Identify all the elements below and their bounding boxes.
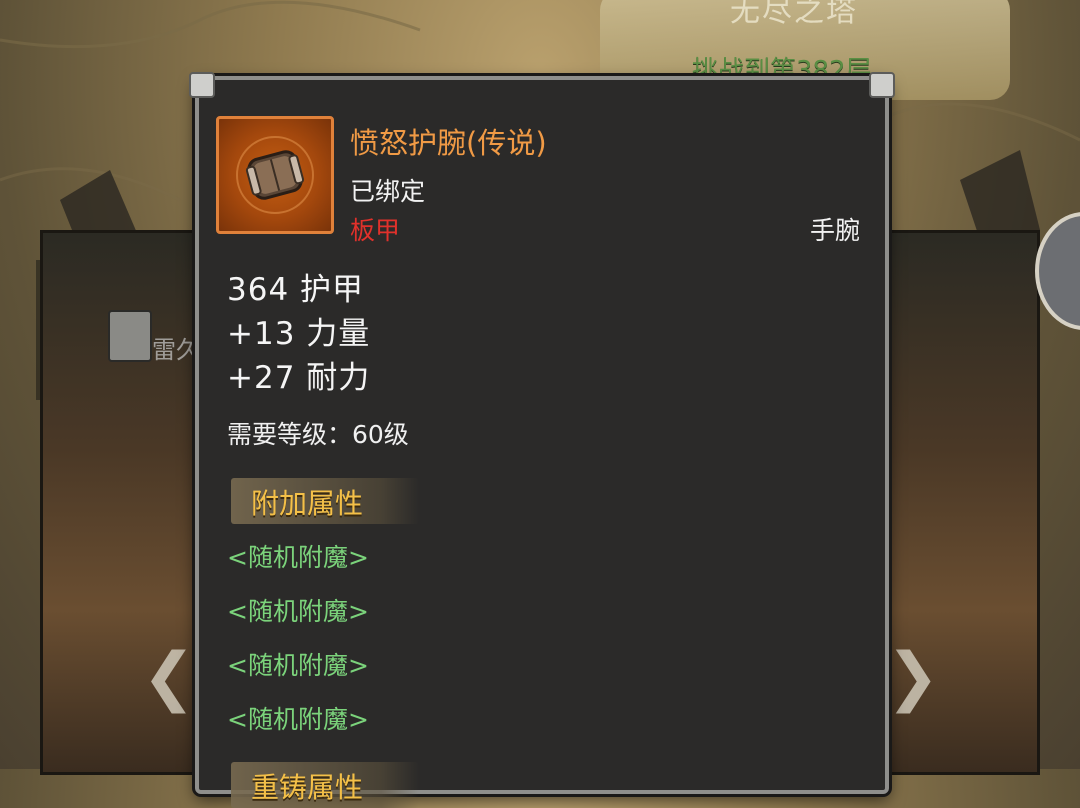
random-enchant: <随机附魔> <box>227 543 369 572</box>
stat-stamina: +27 耐力 <box>227 360 371 396</box>
side-label: 雷久 <box>152 336 200 364</box>
item-tooltip: 愤怒护腕(传说) 已绑定 板甲 手腕 364 护甲 +13 力量 +27 耐力 … <box>189 72 895 808</box>
stat-list: 364 护甲 +13 力量 +27 耐力 <box>227 268 370 400</box>
item-name: 愤怒护腕(传说) <box>350 126 547 160</box>
stat-strength: +13 力量 <box>227 316 371 352</box>
random-enchant: <随机附魔> <box>227 705 369 734</box>
reforge-attributes-title: 重铸属性 <box>251 771 364 804</box>
banner-icon <box>108 310 152 362</box>
bound-status: 已绑定 <box>350 177 426 206</box>
armor-type: 板甲 <box>350 216 401 245</box>
tower-title: 无尽之塔 <box>730 0 858 29</box>
next-arrow-icon[interactable]: ❯ <box>886 640 940 714</box>
extra-attributes-title: 附加属性 <box>251 487 364 520</box>
corner-ornament-right <box>869 72 895 98</box>
item-icon-frame <box>216 116 334 234</box>
bracer-icon <box>236 136 314 214</box>
random-enchant: <随机附魔> <box>227 597 369 626</box>
equip-slot: 手腕 <box>809 216 860 245</box>
random-enchant: <随机附魔> <box>227 651 369 680</box>
corner-ornament-left <box>189 72 215 98</box>
prev-arrow-icon[interactable]: ❮ <box>142 640 196 714</box>
level-requirement: 需要等级：60级 <box>227 420 409 449</box>
stat-armor: 364 护甲 <box>227 272 365 308</box>
